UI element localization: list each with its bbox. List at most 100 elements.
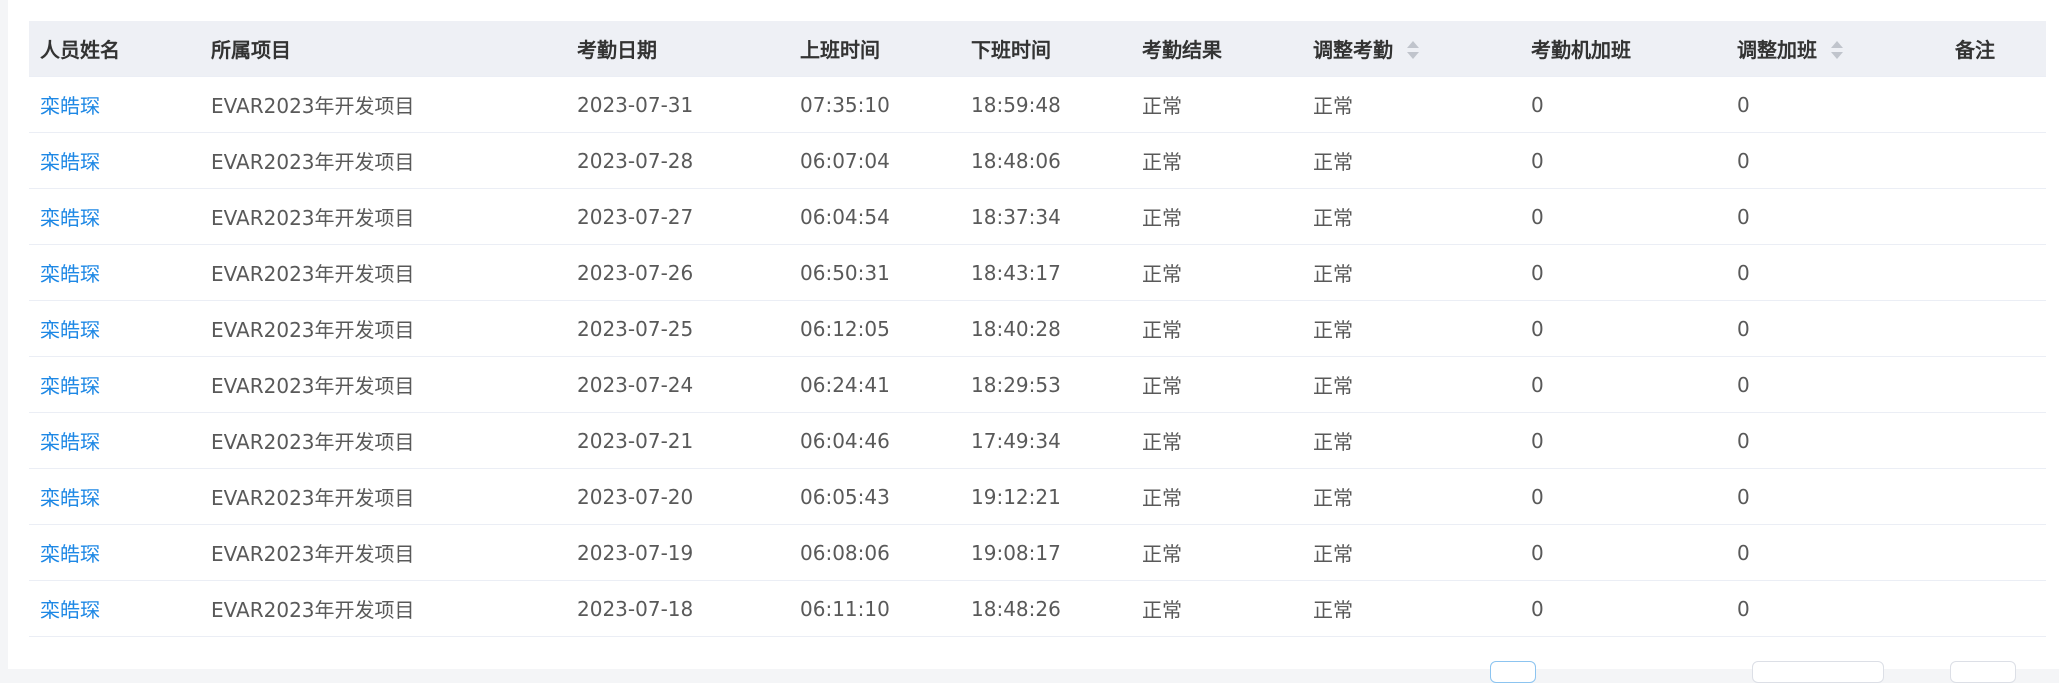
cell-adjusted-overtime: 0 — [1726, 244, 1944, 301]
cell-date: 2023-07-31 — [566, 76, 789, 133]
cell-clock-in: 06:04:54 — [789, 188, 960, 245]
cell-clock-out: 19:08:17 — [960, 524, 1131, 581]
person-name-link[interactable]: 栾皓琛 — [40, 262, 100, 286]
cell-project: EVAR2023年开发项目 — [200, 244, 566, 301]
column-header-project: 所属项目 — [200, 21, 566, 77]
table-row: 栾皓琛 EVAR2023年开发项目 2023-07-25 06:12:05 18:40:… — [29, 300, 2046, 357]
cell-adjusted-attendance: 正常 — [1302, 580, 1520, 637]
cell-clock-in: 06:04:46 — [789, 412, 960, 469]
cell-adjusted-overtime: 0 — [1726, 580, 1944, 637]
cell-clock-out: 19:12:21 — [960, 468, 1131, 525]
cell-remarks — [1944, 356, 2046, 413]
cell-project: EVAR2023年开发项目 — [200, 76, 566, 133]
table-row: 栾皓琛 EVAR2023年开发项目 2023-07-20 06:05:43 19:12:… — [29, 468, 2046, 525]
cell-result: 正常 — [1131, 412, 1302, 469]
person-name-link[interactable]: 栾皓琛 — [40, 430, 100, 454]
cell-clock-out: 18:59:48 — [960, 76, 1131, 133]
cell-adjusted-overtime: 0 — [1726, 412, 1944, 469]
table-row: 栾皓琛 EVAR2023年开发项目 2023-07-21 06:04:46 17:49:… — [29, 412, 2046, 469]
cell-project: EVAR2023年开发项目 — [200, 580, 566, 637]
table-body: 栾皓琛 EVAR2023年开发项目 2023-07-31 07:35:10 18:59:… — [29, 76, 2046, 637]
cell-date: 2023-07-18 — [566, 580, 789, 637]
cell-result: 正常 — [1131, 580, 1302, 637]
page-jump-input[interactable] — [1950, 661, 2016, 683]
cell-machine-overtime: 0 — [1520, 300, 1726, 357]
column-header-remarks: 备注 — [1944, 21, 2046, 77]
column-header-adjusted-overtime[interactable]: 调整加班 — [1726, 21, 1944, 77]
cell-adjusted-attendance: 正常 — [1302, 188, 1520, 245]
cell-adjusted-overtime: 0 — [1726, 76, 1944, 133]
table-header-row: 人员姓名 所属项目 考勤日期 上班时间 下班时间 考勤结果 调整考勤 考勤机加班… — [29, 21, 2046, 77]
cell-date: 2023-07-25 — [566, 300, 789, 357]
column-header-date: 考勤日期 — [566, 21, 789, 77]
person-name-link[interactable]: 栾皓琛 — [40, 150, 100, 174]
cell-clock-in: 06:12:05 — [789, 300, 960, 357]
table-row: 栾皓琛 EVAR2023年开发项目 2023-07-31 07:35:10 18:59:… — [29, 76, 2046, 133]
cell-adjusted-overtime: 0 — [1726, 188, 1944, 245]
cell-name: 栾皓琛 — [29, 132, 200, 189]
cell-machine-overtime: 0 — [1520, 244, 1726, 301]
column-header-name: 人员姓名 — [29, 21, 200, 77]
cell-remarks — [1944, 244, 2046, 301]
column-header-adjusted-attendance[interactable]: 调整考勤 — [1302, 21, 1520, 77]
cell-clock-out: 18:48:06 — [960, 132, 1131, 189]
person-name-link[interactable]: 栾皓琛 — [40, 318, 100, 342]
cell-name: 栾皓琛 — [29, 188, 200, 245]
cell-machine-overtime: 0 — [1520, 580, 1726, 637]
person-name-link[interactable]: 栾皓琛 — [40, 374, 100, 398]
cell-result: 正常 — [1131, 76, 1302, 133]
cell-machine-overtime: 0 — [1520, 356, 1726, 413]
cell-adjusted-attendance: 正常 — [1302, 244, 1520, 301]
cell-result: 正常 — [1131, 244, 1302, 301]
cell-name: 栾皓琛 — [29, 580, 200, 637]
cell-remarks — [1944, 300, 2046, 357]
cell-clock-out: 18:43:17 — [960, 244, 1131, 301]
sort-icon[interactable] — [1831, 40, 1843, 60]
cell-project: EVAR2023年开发项目 — [200, 468, 566, 525]
cell-date: 2023-07-21 — [566, 412, 789, 469]
column-header-clock-out: 下班时间 — [960, 21, 1131, 77]
table-row: 栾皓琛 EVAR2023年开发项目 2023-07-24 06:24:41 18:29:… — [29, 356, 2046, 413]
sort-icon[interactable] — [1407, 40, 1419, 60]
cell-name: 栾皓琛 — [29, 524, 200, 581]
person-name-link[interactable]: 栾皓琛 — [40, 486, 100, 510]
person-name-link[interactable]: 栾皓琛 — [40, 542, 100, 566]
cell-result: 正常 — [1131, 468, 1302, 525]
cell-name: 栾皓琛 — [29, 412, 200, 469]
cell-remarks — [1944, 468, 2046, 525]
cell-adjusted-overtime: 0 — [1726, 300, 1944, 357]
cell-clock-out: 18:40:28 — [960, 300, 1131, 357]
attendance-table: 人员姓名 所属项目 考勤日期 上班时间 下班时间 考勤结果 调整考勤 考勤机加班… — [29, 21, 2046, 637]
cell-date: 2023-07-24 — [566, 356, 789, 413]
cell-clock-in: 06:07:04 — [789, 132, 960, 189]
cell-adjusted-attendance: 正常 — [1302, 468, 1520, 525]
cell-adjusted-overtime: 0 — [1726, 132, 1944, 189]
cell-remarks — [1944, 412, 2046, 469]
cell-adjusted-attendance: 正常 — [1302, 412, 1520, 469]
cell-clock-in: 06:05:43 — [789, 468, 960, 525]
cell-name: 栾皓琛 — [29, 300, 200, 357]
cell-remarks — [1944, 524, 2046, 581]
cell-result: 正常 — [1131, 356, 1302, 413]
cell-clock-in: 07:35:10 — [789, 76, 960, 133]
cell-adjusted-attendance: 正常 — [1302, 356, 1520, 413]
cell-adjusted-overtime: 0 — [1726, 524, 1944, 581]
cell-adjusted-attendance: 正常 — [1302, 132, 1520, 189]
pagination-current-page[interactable] — [1490, 661, 1536, 683]
cell-clock-in: 06:11:10 — [789, 580, 960, 637]
page-size-select[interactable] — [1752, 661, 1884, 683]
cell-clock-out: 18:48:26 — [960, 580, 1131, 637]
person-name-link[interactable]: 栾皓琛 — [40, 94, 100, 118]
cell-machine-overtime: 0 — [1520, 412, 1726, 469]
cell-date: 2023-07-28 — [566, 132, 789, 189]
column-header-clock-in: 上班时间 — [789, 21, 960, 77]
cell-result: 正常 — [1131, 300, 1302, 357]
cell-clock-out: 18:37:34 — [960, 188, 1131, 245]
cell-adjusted-overtime: 0 — [1726, 356, 1944, 413]
cell-machine-overtime: 0 — [1520, 132, 1726, 189]
person-name-link[interactable]: 栾皓琛 — [40, 206, 100, 230]
person-name-link[interactable]: 栾皓琛 — [40, 598, 100, 622]
table-row: 栾皓琛 EVAR2023年开发项目 2023-07-27 06:04:54 18:37:… — [29, 188, 2046, 245]
cell-machine-overtime: 0 — [1520, 76, 1726, 133]
cell-result: 正常 — [1131, 188, 1302, 245]
